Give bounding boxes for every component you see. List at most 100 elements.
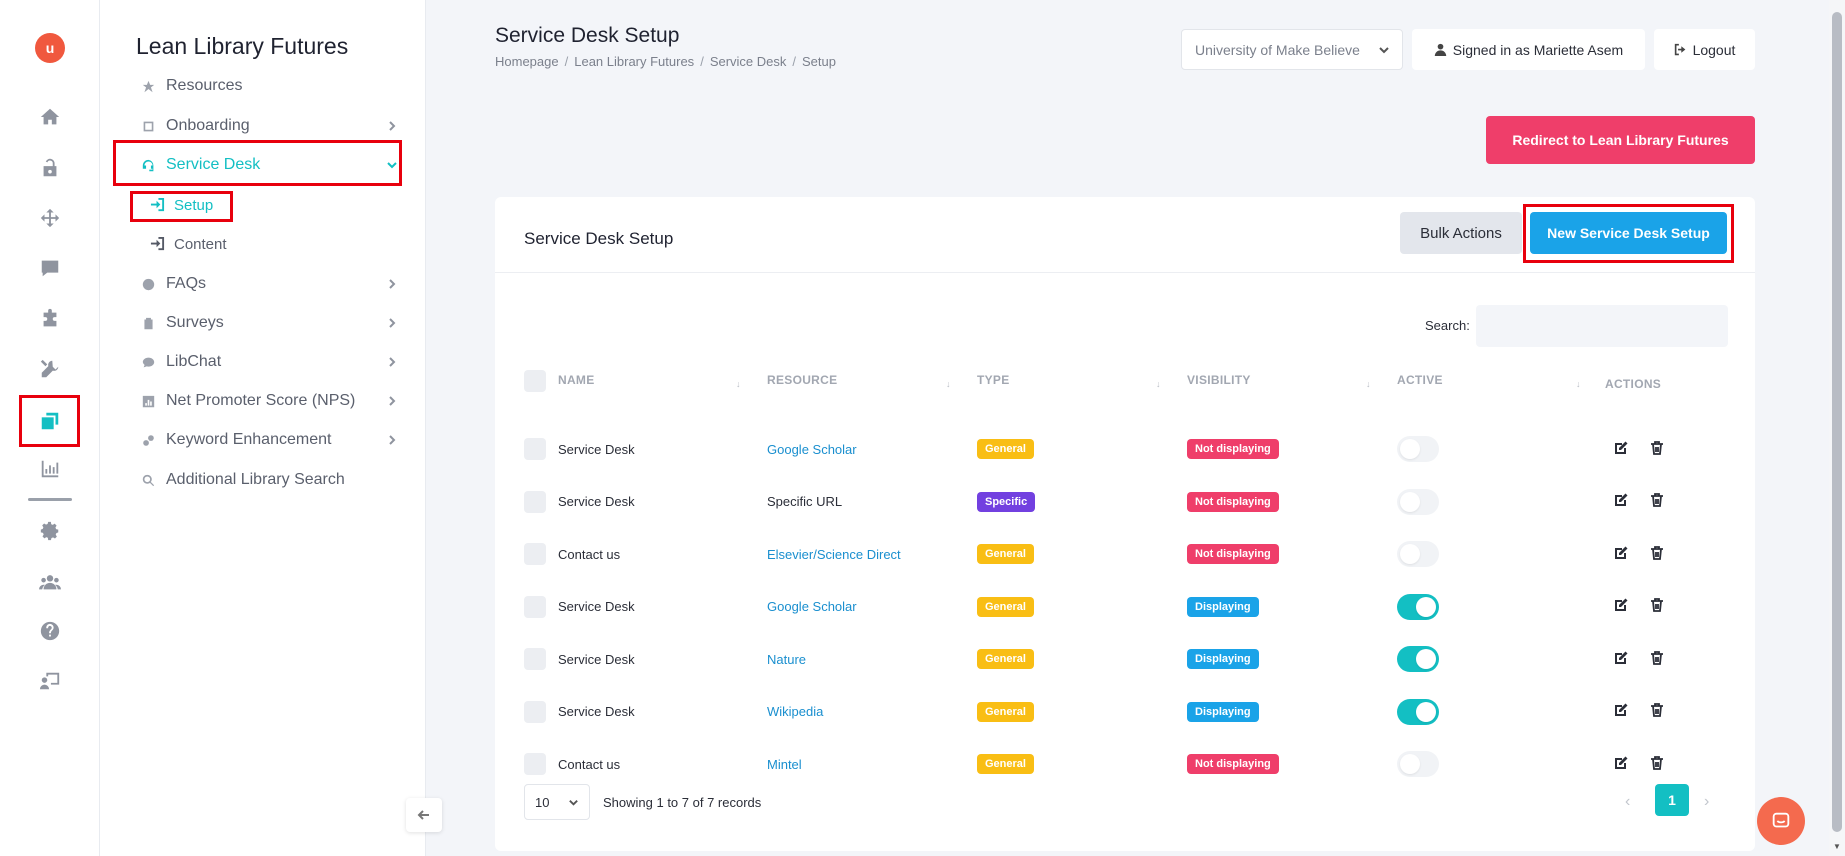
sidebar-subitem-label: Content [174,235,227,253]
chart-icon[interactable] [36,455,64,483]
institution-select-value: University of Make Believe [1195,41,1360,58]
page-size-select[interactable]: 10 [524,784,590,820]
row-checkbox[interactable] [524,753,546,775]
service-desk-highlight-box [113,140,402,186]
edit-icon[interactable] [1613,492,1629,511]
sidebar-item-label: FAQs [166,275,207,292]
presenter-icon[interactable] [36,667,64,695]
sidebar-item-resources[interactable]: Resources [140,72,400,100]
cell-visibility: Not displaying [1187,476,1279,528]
row-checkbox[interactable] [524,595,546,618]
edit-icon[interactable] [1613,755,1629,774]
cell-actions [1613,476,1665,528]
edit-icon[interactable] [1613,440,1629,459]
chat-icon [140,354,156,370]
breadcrumb-homepage[interactable]: Homepage [495,54,559,69]
row-checkbox[interactable] [524,490,546,513]
home-icon[interactable] [36,103,64,131]
edit-icon[interactable] [1613,702,1629,721]
active-toggle[interactable] [1397,698,1439,725]
redirect-button[interactable]: Redirect to Lean Library Futures [1486,116,1755,164]
column-header-type[interactable]: TYPE [977,373,1010,387]
breadcrumb-lean-library-futures[interactable]: Lean Library Futures [574,54,694,69]
question-icon[interactable] [36,617,64,645]
cell-resource[interactable]: Elsevier/Science Direct [767,528,901,580]
pagination-prev-button[interactable]: ‹ [1625,793,1630,811]
cell-name: Contact us [558,546,621,562]
sidebar-item-additional-library-search[interactable]: Additional Library Search [140,466,400,494]
column-header-name[interactable]: NAME [558,373,595,387]
service-desk-setup-card: Service Desk Setup Bulk Actions New Serv… [495,197,1755,851]
chat-launcher-button[interactable] [1757,797,1805,845]
pagination-page-1[interactable]: 1 [1655,784,1689,816]
cell-resource[interactable]: Wikipedia [767,686,823,738]
tools-icon[interactable] [36,355,64,383]
search-input[interactable] [1476,305,1728,347]
active-toggle[interactable] [1397,751,1439,777]
sidebar-item-onboarding[interactable]: Onboarding [140,112,400,140]
signed-in-user-button[interactable]: Signed in as Mariette Asem [1412,29,1645,70]
scroll-down-arrow-icon[interactable]: ▼ [1833,842,1841,851]
sidebar-subitem-content[interactable]: Content [150,231,227,257]
comment-icon[interactable] [36,254,64,282]
breadcrumb-separator: / [792,54,797,69]
collapse-sidebar-button[interactable] [406,798,442,832]
app-logo[interactable]: u [35,33,65,63]
page-size-value: 10 [535,794,550,810]
sidebar-item-faqs[interactable]: FAQs [140,270,400,298]
cell-resource[interactable]: Google Scholar [767,423,857,475]
column-header-visibility[interactable]: VISIBILITY [1187,373,1251,387]
pagination-next-button[interactable]: › [1704,793,1709,811]
cell-resource[interactable]: Nature [767,633,806,685]
type-badge: General [977,439,1034,459]
trash-icon[interactable] [1649,440,1665,459]
trash-icon[interactable] [1649,492,1665,511]
row-checkbox[interactable] [524,648,546,670]
chevron-right-icon [386,355,400,369]
active-toggle[interactable] [1397,541,1439,567]
row-checkbox[interactable] [524,700,546,723]
cell-actions [1613,633,1665,685]
active-toggle[interactable] [1397,436,1439,462]
type-badge: General [977,544,1034,564]
puzzle-icon[interactable] [36,305,64,333]
trash-icon[interactable] [1649,755,1665,774]
cell-name: Service Desk [558,494,635,509]
logout-button[interactable]: Logout [1654,29,1755,70]
chevron-right-icon [386,433,400,447]
move-icon[interactable] [36,204,64,232]
cell-visibility: Displaying [1187,581,1259,633]
column-header-resource[interactable]: RESOURCE [767,373,837,387]
sidebar-item-keyword-enhancement[interactable]: Keyword Enhancement [140,426,400,454]
row-checkbox[interactable] [524,543,546,565]
edit-icon[interactable] [1613,545,1629,564]
edit-icon[interactable] [1613,650,1629,669]
select-all-checkbox[interactable] [524,370,546,392]
bulk-actions-button[interactable]: Bulk Actions [1400,212,1522,254]
cell-resource[interactable]: Google Scholar [767,581,857,633]
cell-resource[interactable]: Mintel [767,738,802,790]
visibility-badge: Not displaying [1187,544,1279,564]
column-header-active[interactable]: ACTIVE [1397,373,1443,387]
page-scrollbar[interactable]: ▼ [1829,0,1845,856]
sort-icon: ↓ [1156,379,1161,389]
row-checkbox[interactable] [524,438,546,460]
sidebar-item-nps[interactable]: Net Promoter Score (NPS) [140,387,400,415]
sidebar-item-surveys[interactable]: Surveys [140,309,400,337]
trash-icon[interactable] [1649,545,1665,564]
edit-icon[interactable] [1613,597,1629,616]
trash-icon[interactable] [1649,650,1665,669]
users-icon[interactable] [36,568,64,596]
cell-type: Specific [977,476,1036,528]
unlock-icon[interactable] [36,154,64,182]
institution-select[interactable]: University of Make Believe [1181,29,1403,70]
gear-icon[interactable] [36,517,64,545]
active-toggle[interactable] [1397,593,1439,620]
sidebar-item-libchat[interactable]: LibChat [140,348,400,376]
active-toggle[interactable] [1397,488,1439,515]
trash-icon[interactable] [1649,702,1665,721]
breadcrumb-service-desk[interactable]: Service Desk [710,54,787,69]
trash-icon[interactable] [1649,597,1665,616]
active-toggle[interactable] [1397,646,1439,672]
scrollbar-thumb[interactable] [1832,12,1842,832]
